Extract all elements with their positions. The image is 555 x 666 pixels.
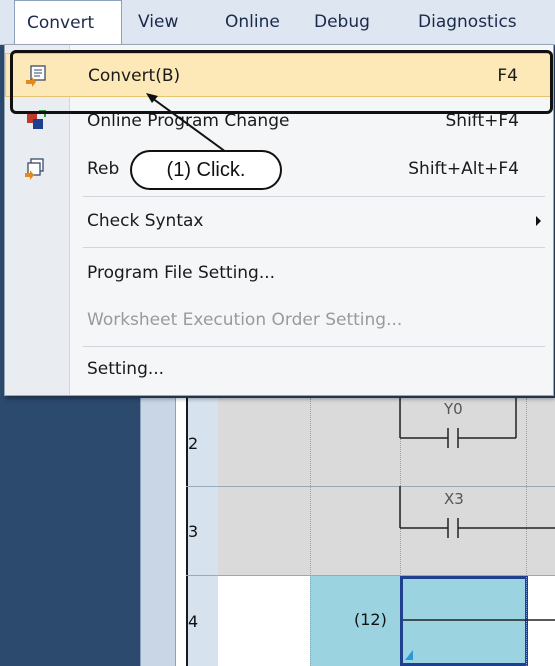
annotation-pointer [146, 93, 227, 153]
annotation-callout: (1) Click. [130, 150, 282, 190]
